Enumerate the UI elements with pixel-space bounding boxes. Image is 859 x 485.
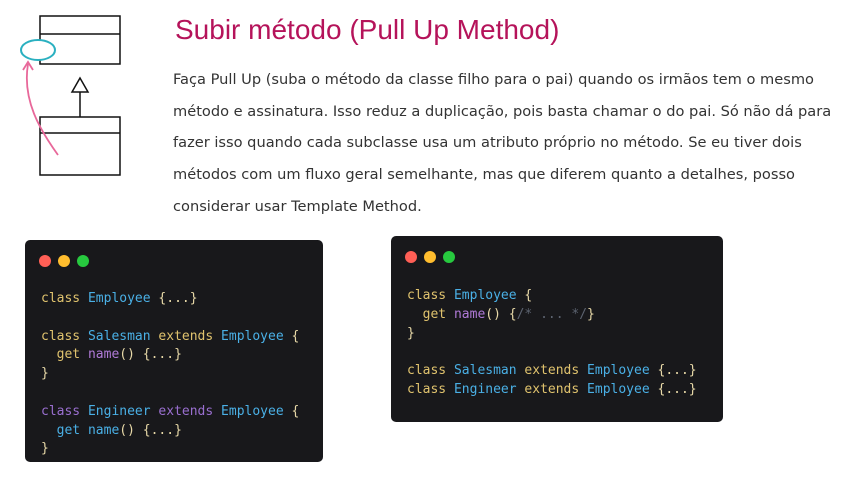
code-token: get (407, 306, 454, 322)
code-token: name (87, 422, 120, 438)
code-token: /* ... */ (516, 306, 588, 322)
code-token: } (407, 325, 415, 341)
description: Faça Pull Up (suba o método da classe fi… (173, 71, 832, 215)
close-dot-icon (405, 251, 417, 263)
code-after: class Employee { get name() {/* ... */}}… (391, 236, 723, 422)
code-token: extends (158, 328, 222, 344)
code-token: Salesman (453, 363, 525, 379)
code-token: () {...} (119, 347, 182, 363)
window-controls (39, 255, 89, 267)
code-token: () {...} (119, 422, 182, 438)
code-line: class Engineer extends Employee {...} (407, 381, 697, 400)
code-token: } (41, 441, 49, 457)
minimize-dot-icon (58, 255, 70, 267)
method-oval (20, 39, 56, 61)
code-token: get (41, 347, 88, 363)
code-token: () { (485, 306, 517, 322)
code-token: name (453, 306, 486, 322)
page-title: Subir método (Pull Up Method) (175, 14, 560, 45)
code-token: class (407, 288, 454, 303)
code-token: Employee (87, 291, 159, 306)
code-token: name (87, 347, 120, 363)
code-line: class Engineer extends Employee { (41, 403, 299, 422)
code-token: class (41, 403, 88, 419)
code-token: extends (158, 403, 222, 419)
code-line: class Salesman extends Employee { (41, 328, 299, 347)
minimize-dot-icon (424, 251, 436, 263)
maximize-dot-icon (77, 255, 89, 267)
code-token: class (41, 328, 88, 344)
code-token: class (407, 363, 454, 379)
code-token: Employee (453, 288, 525, 303)
code-token: extends (524, 381, 588, 397)
code-token: Employee (221, 328, 292, 344)
code-block: class Employee {...} class Salesman exten… (41, 290, 299, 459)
code-line: get name() {/* ... */} (407, 306, 697, 325)
code-token: } (587, 306, 595, 322)
code-token: Salesman (87, 328, 159, 344)
code-token: { (291, 403, 300, 419)
code-line: } (407, 325, 697, 344)
code-token: extends (524, 363, 588, 379)
code-line: } (41, 440, 299, 459)
code-token: Engineer (453, 381, 525, 397)
code-line: get name() {...} (41, 422, 299, 441)
code-token: class (41, 291, 88, 306)
code-token: Employee (587, 363, 658, 379)
code-line: } (41, 365, 299, 384)
code-block: class Employee { get name() {/* ... */}}… (407, 287, 697, 400)
maximize-dot-icon (443, 251, 455, 263)
code-token: {...} (657, 381, 697, 397)
code-token: Engineer (87, 403, 159, 419)
code-before: class Employee {...} class Salesman exten… (25, 240, 323, 462)
code-token: { (524, 288, 533, 303)
code-token: Employee (587, 381, 658, 397)
code-token: {...} (158, 291, 198, 306)
pull-up-uml-diagram (20, 15, 121, 176)
code-token: class (407, 381, 454, 397)
code-line: class Employee { (407, 287, 697, 306)
window-controls (405, 251, 455, 263)
close-dot-icon (39, 255, 51, 267)
code-token: } (41, 366, 49, 382)
code-token: get (41, 422, 88, 438)
inheritance-arrow-icon (70, 76, 90, 93)
code-line: class Employee {...} (41, 290, 299, 309)
code-token: { (291, 328, 300, 344)
code-token: {...} (657, 363, 697, 379)
code-line: class Salesman extends Employee {...} (407, 362, 697, 381)
code-line: get name() {...} (41, 346, 299, 365)
code-token: Employee (221, 403, 292, 419)
